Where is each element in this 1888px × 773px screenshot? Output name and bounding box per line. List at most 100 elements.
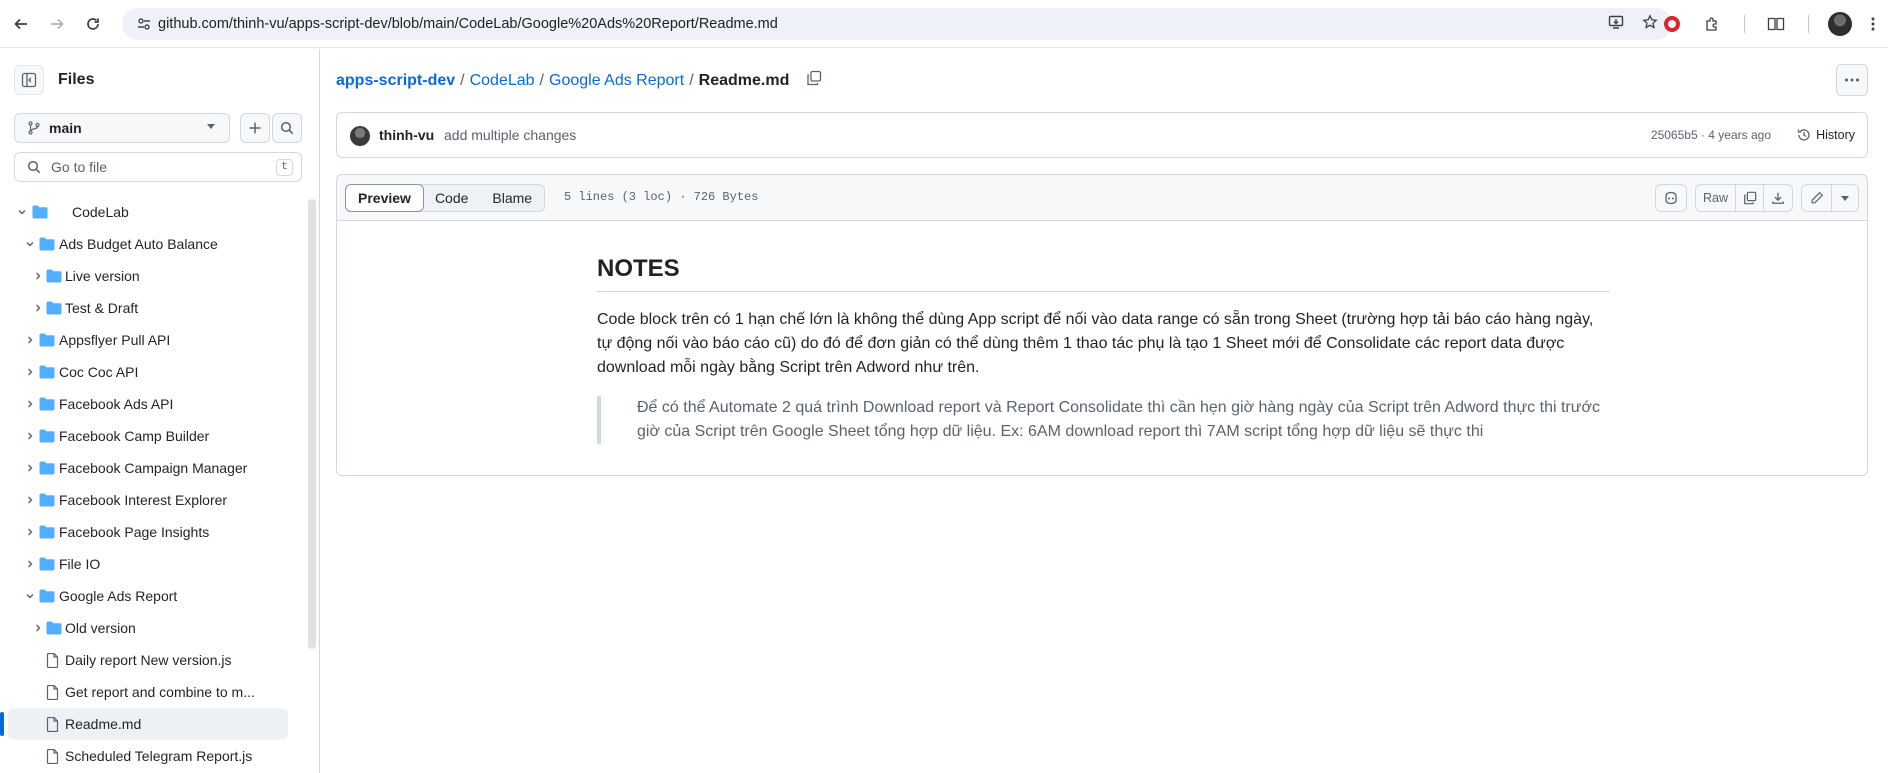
tab-code[interactable]: Code bbox=[423, 185, 480, 211]
chevron-right-icon[interactable] bbox=[24, 398, 36, 410]
address-bar[interactable]: github.com/thinh-vu/apps-script-dev/blob… bbox=[122, 8, 1672, 40]
chevron-right-icon[interactable] bbox=[24, 366, 36, 378]
toolbar-divider bbox=[1740, 12, 1748, 36]
forward-arrow-icon[interactable] bbox=[40, 7, 74, 41]
profile-avatar[interactable] bbox=[1828, 12, 1852, 36]
sidebar-title: Files bbox=[58, 71, 95, 88]
breadcrumb-current-file: Readme.md bbox=[698, 71, 790, 89]
chevron-right-icon[interactable] bbox=[32, 270, 44, 282]
reload-icon[interactable] bbox=[76, 7, 110, 41]
search-files-button[interactable] bbox=[272, 113, 302, 143]
tree-folder-item[interactable]: Facebook Campaign Manager bbox=[8, 452, 288, 484]
breadcrumb-folder-link[interactable]: Google Ads Report bbox=[549, 72, 684, 90]
tree-folder-item[interactable]: Facebook Ads API bbox=[8, 388, 288, 420]
opera-extension-icon[interactable] bbox=[1660, 12, 1684, 36]
edit-options-dropdown[interactable] bbox=[1832, 185, 1858, 211]
edit-file-button[interactable] bbox=[1802, 185, 1832, 211]
raw-button[interactable]: Raw bbox=[1696, 185, 1736, 211]
chevron-down-icon[interactable] bbox=[16, 206, 28, 218]
history-icon bbox=[1797, 129, 1810, 141]
tree-folder-item[interactable]: Facebook Page Insights bbox=[8, 516, 288, 548]
tree-folder-item[interactable]: Coc Coc API bbox=[8, 356, 288, 388]
chevron-right-icon[interactable] bbox=[32, 302, 44, 314]
tree-item-label: File IO bbox=[59, 556, 101, 572]
folder-icon bbox=[39, 365, 55, 382]
folder-open-icon bbox=[39, 589, 55, 606]
latest-commit-bar: thinh-vu add multiple changes 25065b5 · … bbox=[336, 112, 1868, 158]
tree-item-label: Facebook Ads API bbox=[59, 396, 174, 412]
download-button[interactable] bbox=[1764, 185, 1792, 211]
commit-meta[interactable]: 25065b5 · 4 years ago bbox=[1651, 128, 1771, 142]
file-icon bbox=[46, 684, 59, 703]
go-to-file-input[interactable]: Go to file t bbox=[14, 152, 302, 182]
tree-item-label: Live version bbox=[65, 268, 140, 284]
commit-author[interactable]: thinh-vu bbox=[379, 127, 434, 143]
file-info: 5 lines (3 loc) · 726 Bytes bbox=[564, 190, 759, 204]
breadcrumb: apps-script-dev / CodeLab / Google Ads R… bbox=[336, 70, 822, 91]
chevron-right-icon[interactable] bbox=[24, 430, 36, 442]
sidebar-scrollbar[interactable] bbox=[308, 199, 316, 649]
chevron-right-icon[interactable] bbox=[32, 622, 44, 634]
search-icon bbox=[280, 121, 294, 135]
tree-folder-item[interactable]: File IO bbox=[8, 548, 288, 580]
folder-open-icon bbox=[32, 205, 48, 222]
author-avatar[interactable] bbox=[350, 126, 370, 146]
tree-folder-item[interactable]: CodeLab bbox=[8, 196, 288, 228]
url-text[interactable]: github.com/thinh-vu/apps-script-dev/blob… bbox=[158, 16, 778, 32]
tree-folder-item[interactable]: Appsflyer Pull API bbox=[8, 324, 288, 356]
tree-folder-item[interactable]: Live version bbox=[8, 260, 288, 292]
tree-file-item[interactable]: Get report and combine to m... bbox=[8, 676, 288, 708]
tree-folder-item[interactable]: Facebook Camp Builder bbox=[8, 420, 288, 452]
extensions-puzzle-icon[interactable] bbox=[1700, 12, 1724, 36]
copy-raw-button[interactable] bbox=[1736, 185, 1764, 211]
add-file-button[interactable] bbox=[240, 113, 270, 143]
tree-item-label: Google Ads Report bbox=[59, 588, 178, 604]
more-options-button[interactable] bbox=[1836, 64, 1868, 96]
folder-icon bbox=[39, 397, 55, 414]
breadcrumb-folder-link[interactable]: CodeLab bbox=[470, 72, 535, 90]
chevron-down-icon[interactable] bbox=[24, 238, 36, 250]
back-arrow-icon[interactable] bbox=[4, 7, 38, 41]
chevron-right-icon[interactable] bbox=[24, 526, 36, 538]
install-app-icon[interactable] bbox=[1608, 14, 1624, 35]
tree-item-label: Facebook Camp Builder bbox=[59, 428, 210, 444]
tree-item-label: Ads Budget Auto Balance bbox=[59, 236, 218, 252]
folder-icon bbox=[39, 429, 55, 446]
tree-item-label: Readme.md bbox=[65, 716, 142, 732]
tree-folder-item[interactable]: Test & Draft bbox=[8, 292, 288, 324]
chevron-right-icon[interactable] bbox=[24, 558, 36, 570]
tree-folder-item[interactable]: Google Ads Report bbox=[8, 580, 288, 612]
tab-blame[interactable]: Blame bbox=[480, 185, 544, 211]
tab-preview[interactable]: Preview bbox=[345, 184, 424, 212]
markdown-body: NOTES Code block trên có 1 hạn chế lớn l… bbox=[597, 255, 1610, 444]
edit-group bbox=[1801, 184, 1859, 212]
copy-path-icon[interactable] bbox=[806, 70, 822, 91]
tree-folder-item[interactable]: Facebook Interest Explorer bbox=[8, 484, 288, 516]
menu-kebab-icon[interactable] bbox=[1868, 12, 1878, 36]
branch-selector[interactable]: main bbox=[14, 113, 230, 143]
commit-message[interactable]: add multiple changes bbox=[444, 127, 576, 143]
tree-folder-item[interactable]: Old version bbox=[8, 612, 288, 644]
breadcrumb-repo-link[interactable]: apps-script-dev bbox=[336, 72, 455, 90]
tree-folder-item[interactable]: Ads Budget Auto Balance bbox=[8, 228, 288, 260]
tree-file-item[interactable]: Daily report New version.js bbox=[8, 644, 288, 676]
chevron-down-icon[interactable] bbox=[24, 590, 36, 602]
copilot-button[interactable] bbox=[1655, 184, 1687, 212]
chevron-right-icon[interactable] bbox=[24, 494, 36, 506]
history-button[interactable]: History bbox=[1797, 128, 1855, 142]
breadcrumb-separator: / bbox=[460, 71, 465, 89]
tree-file-item[interactable]: Scheduled Telegram Report.js bbox=[8, 740, 288, 772]
active-item-indicator bbox=[0, 712, 4, 736]
bookmark-star-icon[interactable] bbox=[1642, 13, 1658, 35]
site-info-icon[interactable] bbox=[130, 17, 158, 31]
reading-list-icon[interactable] bbox=[1764, 12, 1788, 36]
file-icon bbox=[46, 652, 59, 671]
folder-icon bbox=[39, 557, 55, 574]
browser-toolbar: github.com/thinh-vu/apps-script-dev/blob… bbox=[0, 0, 1888, 48]
collapse-sidebar-button[interactable] bbox=[14, 65, 44, 95]
file-viewer: Preview Code Blame 5 lines (3 loc) · 726… bbox=[336, 174, 1868, 476]
tree-file-item[interactable]: Readme.md bbox=[0, 708, 288, 740]
tree-item-label: Daily report New version.js bbox=[65, 652, 232, 668]
chevron-right-icon[interactable] bbox=[24, 462, 36, 474]
chevron-right-icon[interactable] bbox=[24, 334, 36, 346]
